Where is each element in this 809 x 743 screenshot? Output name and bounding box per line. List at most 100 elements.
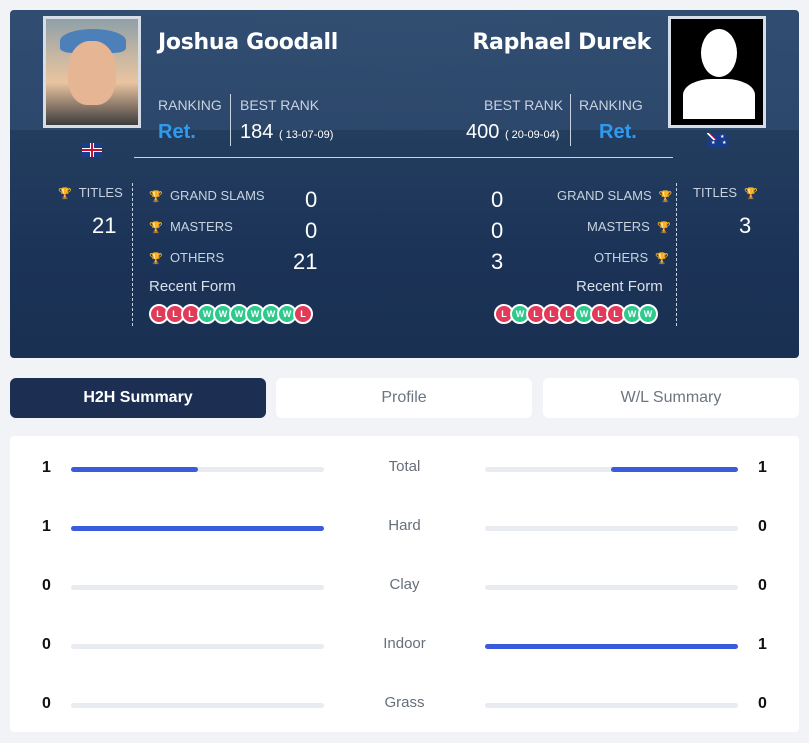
player-left-name[interactable]: Joshua Goodall	[158, 30, 338, 55]
player-left-photo[interactable]	[43, 16, 141, 128]
h2h-left-count: 0	[42, 636, 51, 653]
h2h-right-count: 0	[758, 518, 767, 535]
h2h-left-count: 0	[42, 695, 51, 712]
h2h-left-count: 1	[42, 518, 51, 535]
others-label: OTHERS	[594, 250, 649, 265]
trophy-icon: 🏆	[149, 222, 163, 234]
player-right-ranking-value: Ret.	[599, 121, 637, 143]
player-right-photo[interactable]	[668, 16, 766, 128]
player-right-best-rank-label: BEST RANK	[484, 97, 564, 113]
stats-divider	[676, 183, 677, 326]
tab-profile[interactable]: Profile	[276, 378, 532, 418]
grand-slams-label: GRAND SLAMS	[169, 188, 265, 203]
player-left-others: 🏆 OTHERS	[149, 250, 224, 265]
h2h-right-bar	[485, 703, 738, 708]
h2h-right-bar	[485, 585, 738, 590]
player-right-best-rank-date: ( 20-09-04)	[504, 129, 560, 141]
trophy-icon: 🏆	[658, 191, 673, 203]
h2h-category-label: Clay	[389, 576, 420, 593]
player-left-recent-form: LLLWWWWWWL	[149, 304, 313, 324]
h2h-left-bar	[71, 526, 324, 531]
titles-label: TITLES	[78, 185, 123, 200]
player-left-best-rank: 184 ( 13-07-09)	[240, 121, 333, 144]
player-right-best-rank: 400 ( 20-09-04)	[466, 121, 559, 144]
player-left-best-rank-value: 184	[240, 121, 274, 143]
player-right-ranking-label: RANKING	[579, 97, 643, 113]
h2h-row-clay: 0 Clay 0	[10, 575, 799, 595]
player-right-grand-slams: GRAND SLAMS 🏆	[557, 188, 673, 203]
trophy-icon: 🏆	[657, 222, 671, 234]
player-right-grand-slams-value: 0	[491, 187, 504, 212]
h2h-left-bar	[71, 585, 324, 590]
trophy-icon: 🏆	[58, 188, 72, 200]
form-result-win: W	[638, 304, 658, 324]
h2h-left-bar	[71, 703, 324, 708]
masters-label: MASTERS	[587, 219, 650, 234]
player-left-recent-form-label: Recent Form	[149, 278, 236, 295]
player-right-recent-form: LWLLLWLLWW	[494, 304, 658, 324]
player-right-name[interactable]: Raphael Durek	[472, 30, 651, 55]
player-right-best-rank-value: 400	[466, 121, 500, 143]
h2h-right-count: 1	[758, 459, 767, 476]
player-right-masters: MASTERS 🏆	[587, 219, 671, 234]
h2h-category-label: Grass	[384, 694, 425, 711]
h2h-category-label: Total	[388, 458, 421, 475]
player-right-others: OTHERS 🏆	[594, 250, 669, 265]
gb-flag-icon	[82, 143, 102, 157]
titles-label: TITLES	[693, 185, 738, 200]
player-right-others-value: 3	[491, 249, 504, 274]
header-divider	[134, 157, 673, 158]
h2h-left-bar	[71, 467, 324, 472]
h2h-right-bar	[485, 526, 738, 531]
player-left-best-rank-date: ( 13-07-09)	[278, 129, 334, 141]
player-left-grand-slams: 🏆 GRAND SLAMS	[149, 188, 265, 203]
h2h-category-label: Hard	[388, 517, 421, 534]
divider	[570, 94, 571, 146]
divider	[230, 94, 231, 146]
h2h-right-bar-fill	[485, 644, 738, 649]
form-result-loss: L	[293, 304, 313, 324]
masters-label: MASTERS	[169, 219, 233, 234]
stats-divider	[132, 183, 133, 326]
player-right-titles-value: 3	[739, 213, 752, 238]
au-flag-icon: ★ ★ ★	[707, 133, 727, 147]
h2h-left-bar-fill	[71, 467, 198, 472]
h2h-row-grass: 0 Grass 0	[10, 693, 799, 713]
tab-wl-summary[interactable]: W/L Summary	[543, 378, 799, 418]
player-left-titles: 🏆 TITLES	[58, 185, 123, 200]
h2h-right-count: 0	[758, 577, 767, 594]
h2h-right-count: 0	[758, 695, 767, 712]
trophy-icon: 🏆	[744, 188, 759, 200]
h2h-right-bar-fill	[611, 467, 738, 472]
player-right-titles: TITLES 🏆	[693, 185, 758, 200]
h2h-category-label: Indoor	[383, 635, 426, 652]
tab-h2h-summary[interactable]: H2H Summary	[10, 378, 266, 418]
player-left-masters: 🏆 MASTERS	[149, 219, 233, 234]
others-label: OTHERS	[169, 250, 225, 265]
h2h-row-indoor: 0 Indoor 1	[10, 634, 799, 654]
silhouette-head	[701, 29, 737, 77]
player-right-masters-value: 0	[491, 218, 504, 243]
silhouette-body	[683, 79, 755, 119]
h2h-right-count: 1	[758, 636, 767, 653]
h2h-left-bar	[71, 644, 324, 649]
trophy-icon: 🏆	[149, 253, 163, 265]
player-left-ranking-value: Ret.	[158, 121, 196, 143]
h2h-row-total: 1 Total 1	[10, 457, 799, 477]
photo-face	[68, 41, 116, 105]
trophy-icon: 🏆	[149, 191, 163, 203]
player-left-titles-value: 21	[92, 213, 117, 238]
h2h-right-bar	[485, 644, 738, 649]
player-left-grand-slams-value: 0	[305, 187, 318, 212]
h2h-left-count: 1	[42, 459, 51, 476]
h2h-row-hard: 1 Hard 0	[10, 516, 799, 536]
player-left-others-value: 21	[293, 249, 318, 274]
player-left-ranking-label: RANKING	[158, 97, 222, 113]
player-left-best-rank-label: BEST RANK	[240, 97, 320, 113]
player-left-masters-value: 0	[305, 218, 318, 243]
h2h-left-bar-fill	[71, 526, 324, 531]
player-right-recent-form-label: Recent Form	[576, 278, 663, 295]
grand-slams-label: GRAND SLAMS	[557, 188, 652, 203]
player-comparison-header: Joshua Goodall Raphael Durek RANKING Ret…	[10, 10, 799, 358]
h2h-left-count: 0	[42, 577, 51, 594]
